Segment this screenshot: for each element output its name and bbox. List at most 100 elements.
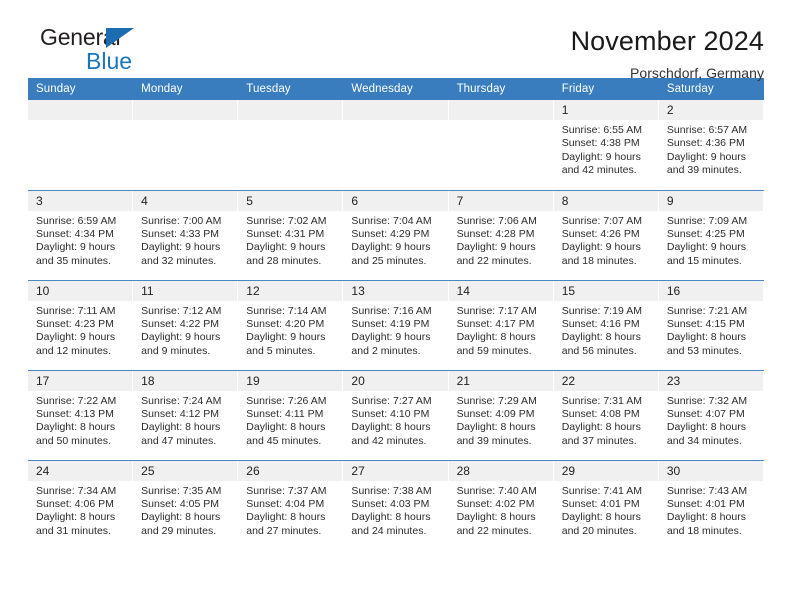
sunset-time: Sunset: 4:04 PM: [246, 497, 325, 510]
daylight-duration-line2: and 56 minutes.: [561, 344, 637, 357]
sunset-time: Sunset: 4:05 PM: [141, 497, 220, 510]
calendar-day-cell[interactable]: 27 Sunrise: 7:38 AM Sunset: 4:03 PM Dayligh…: [343, 459, 449, 550]
sunset-time: Sunset: 4:13 PM: [36, 407, 114, 420]
daylight-duration-line2: and 20 minutes.: [561, 524, 637, 537]
day-number: 28: [448, 460, 554, 481]
calendar-day-cell[interactable]: 8 Sunrise: 7:07 AM Sunset: 4:26 PM Daylight…: [553, 189, 659, 280]
calendar-day-cell[interactable]: 7 Sunrise: 7:06 AM Sunset: 4:28 PM Daylight…: [448, 189, 554, 280]
day-number: 20: [343, 370, 449, 391]
day-sun-info: Sunrise: 7:37 AM Sunset: 4:04 PM Daylight:…: [238, 481, 343, 539]
day-sun-info: Sunrise: 7:16 AM Sunset: 4:19 PM Daylight:…: [343, 301, 448, 359]
weekday-header-monday: Monday: [133, 78, 239, 100]
calendar-day-cell-empty: [448, 100, 554, 190]
calendar-day-cell[interactable]: 11 Sunrise: 7:12 AM Sunset: 4:22 PM Dayligh…: [133, 279, 239, 370]
calendar-day-cell[interactable]: 30 Sunrise: 7:43 AM Sunset: 4:01 PM Dayligh…: [658, 459, 764, 550]
calendar-day-cell[interactable]: 19 Sunrise: 7:26 AM Sunset: 4:11 PM Dayligh…: [238, 369, 344, 460]
calendar-week-row: 10 Sunrise: 7:11 AM Sunset: 4:23 PM Dayligh…: [28, 279, 764, 370]
generalblue-logo[interactable]: General Blue: [28, 26, 178, 78]
calendar-day-cell[interactable]: 13 Sunrise: 7:16 AM Sunset: 4:19 PM Dayligh…: [343, 279, 449, 370]
daylight-duration-line1: Daylight: 8 hours: [141, 421, 221, 434]
day-number: 29: [553, 460, 659, 481]
sunrise-time: Sunrise: 6:59 AM: [36, 214, 117, 227]
sunrise-time: Sunrise: 7:37 AM: [246, 484, 327, 497]
calendar-day-cell[interactable]: 25 Sunrise: 7:35 AM Sunset: 4:05 PM Dayligh…: [133, 459, 239, 550]
calendar-day-cell[interactable]: 10 Sunrise: 7:11 AM Sunset: 4:23 PM Dayligh…: [28, 279, 134, 370]
day-number: 14: [448, 280, 554, 301]
daylight-duration-line2: and 31 minutes.: [36, 524, 112, 537]
sunrise-time: Sunrise: 6:55 AM: [561, 124, 642, 136]
calendar-day-cell[interactable]: 23 Sunrise: 7:32 AM Sunset: 4:07 PM Dayligh…: [658, 369, 764, 460]
daylight-duration-line2: and 22 minutes.: [456, 524, 532, 537]
calendar-day-cell[interactable]: 1 Sunrise: 6:55 AM Sunset: 4:38 PM Daylight…: [553, 100, 659, 190]
sunset-time: Sunset: 4:03 PM: [351, 497, 430, 510]
daylight-duration-line2: and 24 minutes.: [351, 524, 427, 537]
sunset-time: Sunset: 4:07 PM: [666, 407, 745, 420]
sunset-time: Sunset: 4:33 PM: [141, 227, 220, 240]
day-sun-info: Sunrise: 7:26 AM Sunset: 4:11 PM Daylight:…: [238, 391, 343, 449]
sunset-time: Sunset: 4:16 PM: [561, 317, 640, 330]
title-block: November 2024 Porschdorf, Germany: [571, 26, 764, 81]
calendar-day-cell[interactable]: 15 Sunrise: 7:19 AM Sunset: 4:16 PM Dayligh…: [553, 279, 659, 370]
daylight-duration-line1: Daylight: 8 hours: [351, 511, 431, 524]
sunrise-time: Sunrise: 7:35 AM: [141, 484, 222, 497]
calendar-day-cell[interactable]: 9 Sunrise: 7:09 AM Sunset: 4:25 PM Daylight…: [658, 189, 764, 280]
calendar-day-cell[interactable]: 24 Sunrise: 7:34 AM Sunset: 4:06 PM Dayligh…: [28, 459, 134, 550]
calendar-day-cell[interactable]: 17 Sunrise: 7:22 AM Sunset: 4:13 PM Dayligh…: [28, 369, 134, 460]
calendar-day-cell[interactable]: 4 Sunrise: 7:00 AM Sunset: 4:33 PM Daylight…: [133, 189, 239, 280]
daylight-duration-line2: and 34 minutes.: [666, 434, 742, 447]
page-header: General Blue November 2024 Porschdorf, G…: [28, 0, 764, 82]
calendar-day-cell[interactable]: 2 Sunrise: 6:57 AM Sunset: 4:36 PM Daylight…: [658, 100, 764, 190]
calendar-day-cell[interactable]: 20 Sunrise: 7:27 AM Sunset: 4:10 PM Dayligh…: [343, 369, 449, 460]
calendar-day-cell[interactable]: 6 Sunrise: 7:04 AM Sunset: 4:29 PM Daylight…: [343, 189, 449, 280]
day-sun-info: Sunrise: 7:06 AM Sunset: 4:28 PM Daylight:…: [449, 211, 554, 269]
calendar-day-cell[interactable]: 18 Sunrise: 7:24 AM Sunset: 4:12 PM Dayligh…: [133, 369, 239, 460]
calendar-day-cell[interactable]: 5 Sunrise: 7:02 AM Sunset: 4:31 PM Daylight…: [238, 189, 344, 280]
day-sun-info: Sunrise: 7:14 AM Sunset: 4:20 PM Daylight:…: [238, 301, 343, 359]
day-sun-info: Sunrise: 6:59 AM Sunset: 4:34 PM Daylight:…: [28, 211, 133, 269]
daylight-duration-line2: and 29 minutes.: [141, 524, 217, 537]
daylight-duration-line1: Daylight: 8 hours: [666, 511, 746, 524]
day-number: 6: [343, 190, 449, 211]
calendar-body: 1 Sunrise: 6:55 AM Sunset: 4:38 PM Daylight…: [28, 100, 764, 550]
daylight-duration-line1: Daylight: 9 hours: [456, 241, 536, 254]
day-number: 25: [133, 460, 239, 481]
sunset-time: Sunset: 4:02 PM: [456, 497, 535, 510]
weekday-header-thursday: Thursday: [448, 78, 554, 100]
calendar-day-cell[interactable]: 26 Sunrise: 7:37 AM Sunset: 4:04 PM Dayligh…: [238, 459, 344, 550]
sunrise-time: Sunrise: 7:43 AM: [666, 484, 748, 497]
weekday-header-sunday: Sunday: [28, 78, 134, 100]
daylight-duration-line1: Daylight: 8 hours: [456, 511, 536, 524]
day-sun-info: Sunrise: 7:22 AM Sunset: 4:13 PM Daylight:…: [28, 391, 133, 449]
daylight-duration-line1: Daylight: 9 hours: [666, 150, 746, 163]
calendar-day-cell[interactable]: 22 Sunrise: 7:31 AM Sunset: 4:08 PM Dayligh…: [553, 369, 659, 460]
day-sun-info: [238, 120, 344, 124]
sunrise-time: Sunrise: 7:21 AM: [666, 304, 748, 317]
daylight-duration-line2: and 22 minutes.: [456, 254, 532, 267]
sunset-time: Sunset: 4:10 PM: [351, 407, 430, 420]
calendar-week-row: 24 Sunrise: 7:34 AM Sunset: 4:06 PM Dayligh…: [28, 459, 764, 550]
calendar-day-cell[interactable]: 3 Sunrise: 6:59 AM Sunset: 4:34 PM Daylight…: [28, 189, 134, 280]
calendar-day-cell[interactable]: 28 Sunrise: 7:40 AM Sunset: 4:02 PM Dayligh…: [448, 459, 554, 550]
calendar-day-cell[interactable]: 14 Sunrise: 7:17 AM Sunset: 4:17 PM Dayligh…: [448, 279, 554, 370]
sunrise-time: Sunrise: 7:06 AM: [456, 214, 537, 227]
calendar-day-cell[interactable]: 29 Sunrise: 7:41 AM Sunset: 4:01 PM Dayligh…: [553, 459, 659, 550]
sunset-time: Sunset: 4:06 PM: [36, 497, 114, 510]
calendar-day-cell[interactable]: 16 Sunrise: 7:21 AM Sunset: 4:15 PM Dayligh…: [658, 279, 764, 370]
day-number: [448, 100, 554, 120]
sunrise-time: Sunrise: 7:17 AM: [456, 304, 537, 317]
day-number: 15: [553, 280, 659, 301]
calendar-day-cell[interactable]: 21 Sunrise: 7:29 AM Sunset: 4:09 PM Dayligh…: [448, 369, 554, 460]
sunrise-time: Sunrise: 7:27 AM: [351, 394, 432, 407]
day-number: 26: [238, 460, 344, 481]
sunset-time: Sunset: 4:01 PM: [561, 497, 640, 510]
day-number: 12: [238, 280, 344, 301]
day-sun-info: Sunrise: 7:38 AM Sunset: 4:03 PM Daylight:…: [343, 481, 448, 539]
day-number: 11: [133, 280, 239, 301]
calendar-day-cell[interactable]: 12 Sunrise: 7:14 AM Sunset: 4:20 PM Dayligh…: [238, 279, 344, 370]
daylight-duration-line1: Daylight: 8 hours: [561, 421, 641, 434]
daylight-duration-line1: Daylight: 8 hours: [36, 421, 116, 434]
calendar-week-row: 17 Sunrise: 7:22 AM Sunset: 4:13 PM Dayligh…: [28, 369, 764, 460]
daylight-duration-line2: and 18 minutes.: [561, 254, 637, 267]
day-number: 27: [343, 460, 449, 481]
day-sun-info: Sunrise: 7:27 AM Sunset: 4:10 PM Daylight:…: [343, 391, 448, 449]
